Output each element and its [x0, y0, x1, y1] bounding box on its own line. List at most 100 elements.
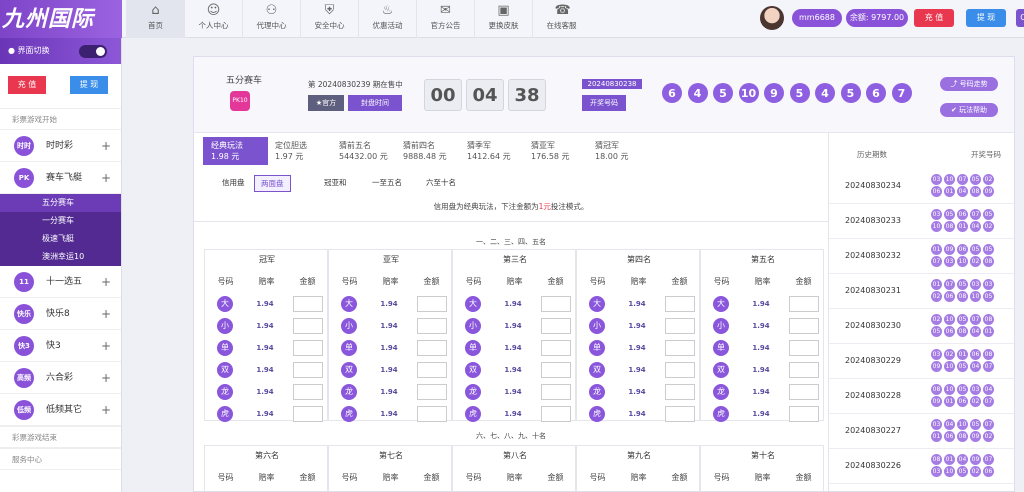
tab-0[interactable]: 经典玩法 1.98 元	[203, 137, 268, 165]
amount-input[interactable]	[293, 384, 323, 400]
bet-option-ball[interactable]: 龙	[341, 384, 357, 400]
bet-option-ball[interactable]: 龙	[589, 384, 605, 400]
bet-option-ball[interactable]: 龙	[465, 384, 481, 400]
tab-3[interactable]: 猜前四名 9888.48 元	[395, 137, 460, 165]
amount-input[interactable]	[789, 406, 819, 422]
amount-input[interactable]	[417, 362, 447, 378]
nav-skin[interactable]: ▣ 更换皮肤	[474, 0, 532, 38]
bet-option-ball[interactable]: 小	[465, 318, 481, 334]
bet-option-ball[interactable]: 虎	[217, 406, 233, 422]
bet-option-ball[interactable]: 小	[341, 318, 357, 334]
submenu-item[interactable]: 一分赛车	[0, 212, 121, 230]
sidebar-item-1[interactable]: PK 赛车飞艇 +	[0, 162, 121, 194]
amount-input[interactable]	[417, 318, 447, 334]
amount-input[interactable]	[417, 340, 447, 356]
sidebar-withdraw-button[interactable]: 提 现	[70, 76, 108, 94]
sidebar-item-2[interactable]: 11 十一选五 +	[0, 266, 121, 298]
withdraw-button[interactable]: 提 现	[966, 9, 1006, 27]
user-avatar[interactable]	[760, 6, 784, 30]
tab-4[interactable]: 猜季军 1412.64 元	[459, 137, 524, 165]
bet-option-ball[interactable]: 小	[217, 318, 233, 334]
sidebar-deposit-button[interactable]: 充 值	[8, 76, 46, 94]
amount-input[interactable]	[665, 318, 695, 334]
bet-option-ball[interactable]: 单	[465, 340, 481, 356]
nav-chat[interactable]: ☎ 在线客服	[532, 0, 590, 38]
nav-shield[interactable]: ⛨ 安全中心	[300, 0, 358, 38]
amount-input[interactable]	[293, 340, 323, 356]
bet-option-ball[interactable]: 大	[465, 296, 481, 312]
bet-option-ball[interactable]: 小	[713, 318, 729, 334]
bet-option-ball[interactable]: 双	[713, 362, 729, 378]
amount-input[interactable]	[541, 318, 571, 334]
nav-users[interactable]: ⚇ 代理中心	[242, 0, 300, 38]
amount-input[interactable]	[789, 296, 819, 312]
bet-option-ball[interactable]: 单	[713, 340, 729, 356]
bet-option-ball[interactable]: 单	[589, 340, 605, 356]
sidebar-item-6[interactable]: 低频 低频其它 +	[0, 394, 121, 426]
sidebar-item-4[interactable]: 快3 快3 +	[0, 330, 121, 362]
nav-home[interactable]: ⌂ 首页	[126, 0, 184, 38]
bet-option-ball[interactable]: 单	[341, 340, 357, 356]
subtab-0[interactable]: 信用盘	[216, 175, 251, 190]
bet-option-ball[interactable]: 双	[341, 362, 357, 378]
amount-input[interactable]	[665, 384, 695, 400]
bet-option-ball[interactable]: 虎	[341, 406, 357, 422]
amount-input[interactable]	[293, 362, 323, 378]
sidebar-item-0[interactable]: 时时 时时彩 +	[0, 130, 121, 162]
amount-input[interactable]	[293, 406, 323, 422]
draw-number-button[interactable]: 开奖号码	[582, 95, 626, 111]
subtab-2[interactable]: 冠亚和	[318, 175, 353, 190]
amount-input[interactable]	[789, 384, 819, 400]
submenu-item[interactable]: 极速飞艇	[0, 230, 121, 248]
theme-toggle[interactable]	[79, 45, 107, 58]
amount-input[interactable]	[789, 362, 819, 378]
subtab-1[interactable]: 两面盘	[254, 175, 291, 192]
amount-input[interactable]	[665, 340, 695, 356]
bet-option-ball[interactable]: 大	[589, 296, 605, 312]
extra-button[interactable]: C	[1016, 9, 1024, 27]
bet-option-ball[interactable]: 虎	[589, 406, 605, 422]
tab-1[interactable]: 定位胆选 1.97 元	[267, 137, 332, 165]
tab-5[interactable]: 猜亚军 176.58 元	[523, 137, 588, 165]
subtab-4[interactable]: 六至十名	[420, 175, 462, 190]
service-center[interactable]: 服务中心	[0, 448, 121, 470]
bet-option-ball[interactable]: 双	[589, 362, 605, 378]
sidebar-item-3[interactable]: 快乐 快乐8 +	[0, 298, 121, 330]
sidebar-item-5[interactable]: 高频 六合彩 +	[0, 362, 121, 394]
amount-input[interactable]	[417, 296, 447, 312]
subtab-3[interactable]: 一至五名	[366, 175, 408, 190]
username-badge[interactable]: mm6688	[792, 9, 842, 27]
tab-2[interactable]: 猜前五名 54432.00 元	[331, 137, 396, 165]
help-button[interactable]: ✔ 玩法帮助	[940, 103, 998, 117]
amount-input[interactable]	[665, 296, 695, 312]
nav-announcement[interactable]: ✉ 官方公告	[416, 0, 474, 38]
bet-option-ball[interactable]: 大	[217, 296, 233, 312]
tab-6[interactable]: 猜冠军 18.00 元	[587, 137, 652, 165]
bet-option-ball[interactable]: 单	[217, 340, 233, 356]
submenu-item[interactable]: 五分赛车	[0, 194, 121, 212]
bet-option-ball[interactable]: 双	[217, 362, 233, 378]
amount-input[interactable]	[665, 406, 695, 422]
amount-input[interactable]	[541, 296, 571, 312]
bet-option-ball[interactable]: 龙	[217, 384, 233, 400]
bet-option-ball[interactable]: 虎	[713, 406, 729, 422]
amount-input[interactable]	[789, 340, 819, 356]
bet-option-ball[interactable]: 虎	[465, 406, 481, 422]
nav-user[interactable]: ☺ 个人中心	[184, 0, 242, 38]
submenu-item[interactable]: 澳洲幸运10	[0, 248, 121, 266]
deposit-button[interactable]: 充 值	[914, 9, 954, 27]
bet-option-ball[interactable]: 小	[589, 318, 605, 334]
amount-input[interactable]	[541, 406, 571, 422]
amount-input[interactable]	[789, 318, 819, 334]
bet-option-ball[interactable]: 大	[341, 296, 357, 312]
bet-option-ball[interactable]: 双	[465, 362, 481, 378]
nav-fire[interactable]: ♨ 优惠活动	[358, 0, 416, 38]
amount-input[interactable]	[541, 340, 571, 356]
amount-input[interactable]	[417, 384, 447, 400]
amount-input[interactable]	[417, 406, 447, 422]
bet-option-ball[interactable]: 龙	[713, 384, 729, 400]
amount-input[interactable]	[293, 296, 323, 312]
amount-input[interactable]	[541, 384, 571, 400]
amount-input[interactable]	[541, 362, 571, 378]
trend-button[interactable]: ⤴ 号码走势	[940, 77, 998, 91]
